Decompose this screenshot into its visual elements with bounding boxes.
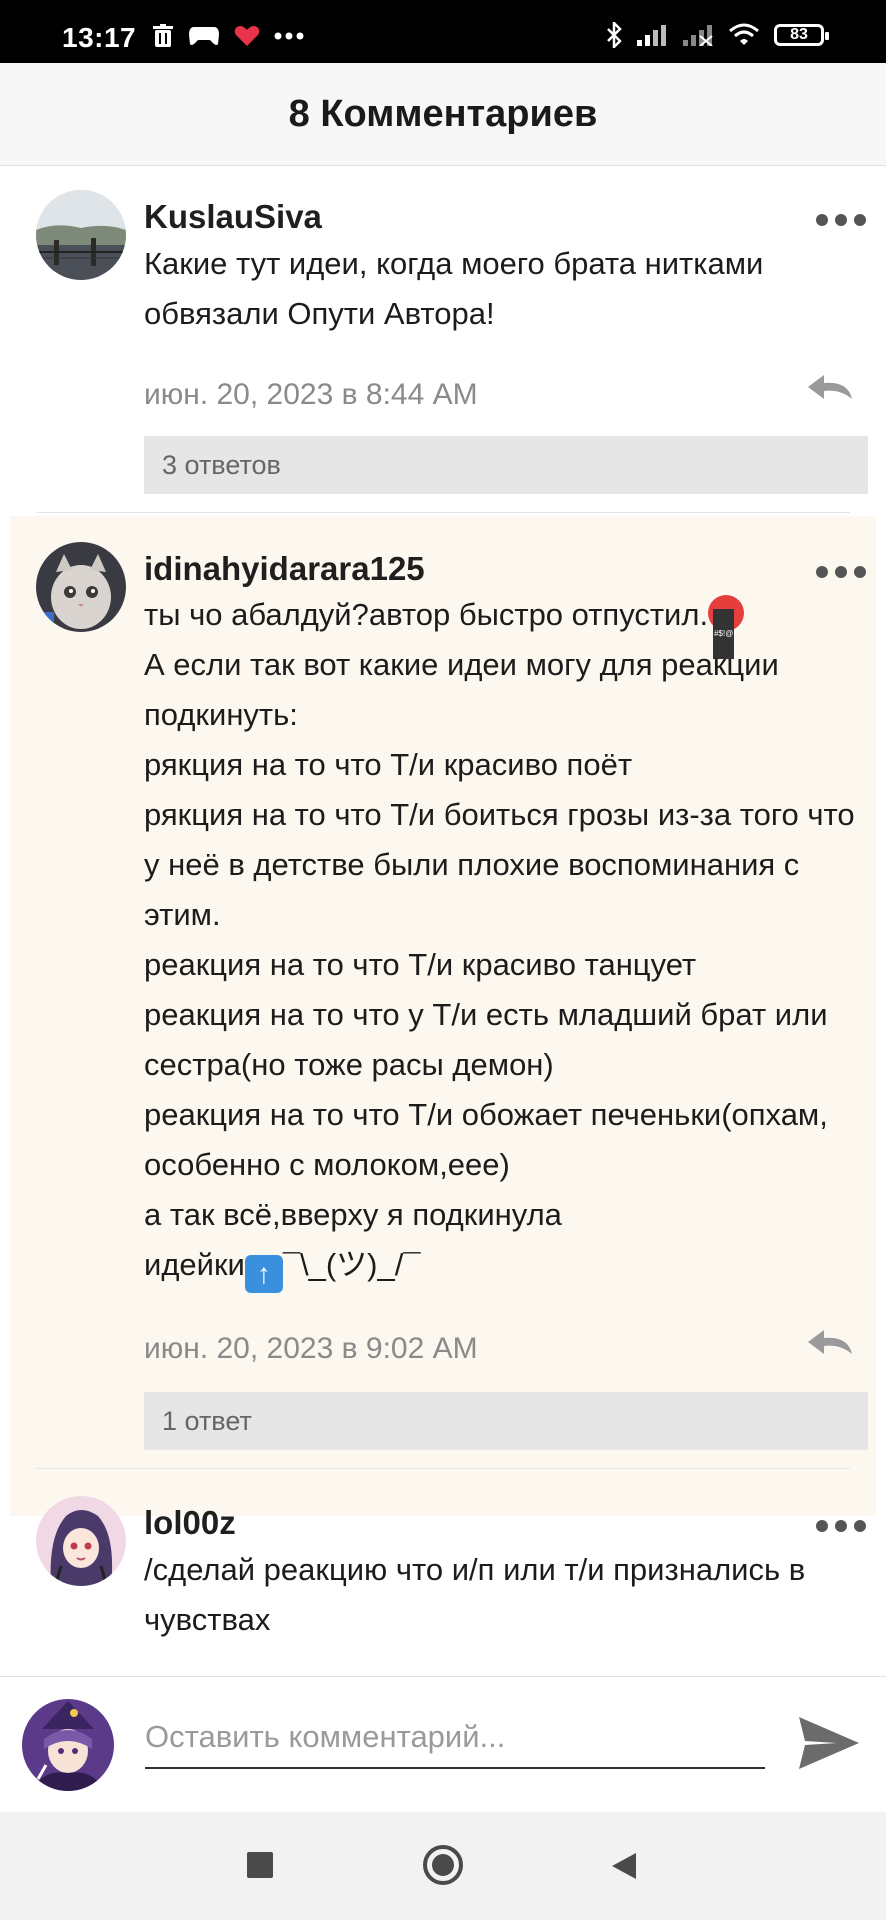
signal-2-icon — [683, 25, 713, 46]
gamepad-icon — [189, 27, 219, 45]
avatar[interactable] — [36, 1496, 126, 1586]
reply-icon[interactable] — [806, 373, 854, 403]
comment-date: июн. 20, 2023 в 8:44 AM — [144, 378, 478, 411]
comment-input[interactable] — [145, 1707, 765, 1769]
recents-icon[interactable] — [247, 1852, 273, 1878]
more-options-icon[interactable] — [816, 562, 866, 582]
home-icon[interactable] — [422, 1844, 464, 1886]
more-options-icon[interactable] — [816, 210, 866, 230]
replies-button[interactable]: 3 ответов — [144, 436, 868, 494]
wifi-icon — [729, 23, 759, 45]
comment-item: idinahyidarara125 ты чо абалдуй?автор бы… — [10, 516, 876, 1516]
comment-text-body: А если так вот какие идеи могу для реакц… — [144, 647, 855, 1232]
status-time: 13:17 — [62, 22, 137, 53]
trash-icon — [153, 24, 173, 47]
battery-icon: 83 — [774, 24, 829, 46]
comment-text: Какие тут идеи, когда моего брата ниткам… — [144, 246, 772, 331]
comment-text: ты чо абалдуй?автор быстро отпустил. А е… — [144, 590, 864, 1293]
comment-item: lol00z /сделай реакцию что и/п или т/и п… — [10, 1472, 876, 1676]
send-icon[interactable] — [797, 1713, 861, 1773]
system-nav-bar — [0, 1812, 886, 1920]
bluetooth-icon — [607, 22, 622, 48]
comment-date: июн. 20, 2023 в 9:02 AM — [144, 1332, 478, 1365]
comment-input-bar — [0, 1676, 886, 1813]
comment-author[interactable]: KuslauSiva — [144, 198, 322, 236]
comment-text-last: идейки — [144, 1247, 245, 1282]
comment-item: KuslauSiva Какие тут идеи, когда моего б… — [10, 166, 876, 511]
back-icon[interactable] — [610, 1851, 638, 1881]
user-avatar[interactable] — [22, 1699, 114, 1791]
status-notifications — [152, 24, 304, 48]
divider — [36, 1468, 850, 1469]
comment-text-line: ты чо абалдуй?автор быстро отпустил. — [144, 597, 709, 632]
angry-emoji-icon — [708, 595, 745, 659]
comments-header: 8 Комментариев — [0, 63, 886, 166]
signal-icon — [637, 25, 666, 46]
comment-text-shrug: ¯\_(ツ)_/¯ — [282, 1247, 421, 1282]
status-bar: 13:17 83 — [0, 0, 886, 63]
reply-icon[interactable] — [806, 1328, 854, 1358]
replies-button[interactable]: 1 ответ — [144, 1392, 868, 1450]
more-icon — [274, 32, 304, 40]
up-arrow-emoji-icon: ↑ — [244, 1255, 283, 1293]
divider — [36, 512, 850, 513]
status-system-icons: 83 — [606, 22, 829, 48]
avatar[interactable] — [36, 190, 126, 280]
page-title: 8 Комментариев — [288, 92, 598, 135]
comment-list[interactable]: KuslauSiva Какие тут идеи, когда моего б… — [0, 166, 886, 1676]
avatar[interactable] — [36, 542, 126, 632]
more-options-icon[interactable] — [816, 1516, 866, 1536]
comment-author[interactable]: idinahyidarara125 — [144, 550, 425, 588]
heart-icon — [234, 26, 260, 46]
comment-author[interactable]: lol00z — [144, 1504, 236, 1542]
comment-text: /сделай реакцию что и/п или т/и признали… — [144, 1552, 814, 1637]
